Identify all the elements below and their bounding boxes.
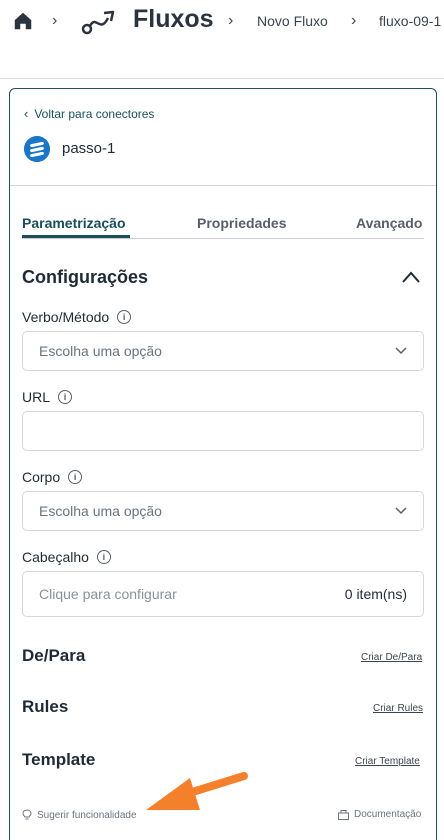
label-text: URL bbox=[22, 389, 51, 405]
field-label-cabecalho: Cabeçalho i bbox=[22, 549, 111, 565]
annotation-arrow-icon bbox=[146, 772, 248, 810]
chevron-right-icon: › bbox=[351, 12, 357, 29]
back-label: Voltar para conectores bbox=[34, 106, 155, 121]
tab-propriedades[interactable]: Propriedades bbox=[197, 215, 286, 231]
back-to-connectors-link[interactable]: ‹ Voltar para conectores bbox=[24, 106, 154, 121]
rules-title: Rules bbox=[22, 697, 69, 716]
documentation-link[interactable]: Documentação bbox=[338, 809, 421, 820]
top-bar: › Fluxos › Novo Fluxo › fluxo-09-1 bbox=[0, 0, 444, 44]
verbo-select[interactable]: Escolha uma opção bbox=[22, 331, 424, 371]
step-name: passo-1 bbox=[62, 140, 116, 157]
field-label-url: URL i bbox=[22, 389, 73, 405]
active-tab-indicator bbox=[22, 235, 130, 238]
criar-rules-link[interactable]: Criar Rules bbox=[373, 703, 423, 714]
label-text: Cabeçalho bbox=[22, 549, 89, 565]
step-config-panel: ‹ Voltar para conectores passo-1 Paramet… bbox=[9, 88, 437, 840]
suggest-label: Sugerir funcionalidade bbox=[37, 809, 137, 821]
criar-depara-link[interactable]: Criar De/Para bbox=[361, 652, 422, 663]
cabecalho-config-button[interactable]: Clique para configurar 0 item(ns) bbox=[22, 571, 424, 617]
breadcrumb-novo-fluxo[interactable]: Novo Fluxo bbox=[257, 13, 328, 29]
chevron-up-icon[interactable] bbox=[402, 271, 420, 283]
lightbulb-icon bbox=[22, 809, 32, 820]
info-icon[interactable]: i bbox=[117, 310, 132, 324]
select-placeholder: Escolha uma opção bbox=[39, 343, 162, 359]
section-title-configuracoes: Configurações bbox=[22, 267, 149, 287]
chevron-right-icon: › bbox=[52, 12, 58, 29]
breadcrumb-current: fluxo-09-1 bbox=[379, 13, 442, 29]
flow-icon bbox=[81, 10, 115, 35]
docs-icon bbox=[338, 809, 349, 820]
info-icon[interactable]: i bbox=[58, 390, 73, 404]
depara-title: De/Para bbox=[22, 646, 86, 665]
tab-parametrizacao[interactable]: Parametrização bbox=[22, 215, 126, 231]
chevron-down-icon bbox=[395, 347, 407, 355]
criar-template-link[interactable]: Criar Template bbox=[355, 756, 420, 767]
tabs: Parametrização Propriedades Avançado bbox=[22, 215, 424, 239]
cabecalho-placeholder: Clique para configurar bbox=[39, 586, 177, 602]
panel-header: ‹ Voltar para conectores passo-1 bbox=[10, 89, 436, 186]
field-label-verbo: Verbo/Método i bbox=[22, 309, 132, 325]
suggest-feature-link[interactable]: Sugerir funcionalidade bbox=[22, 809, 137, 821]
field-label-corpo: Corpo i bbox=[22, 469, 83, 485]
chevron-right-icon: › bbox=[228, 12, 234, 29]
docs-label: Documentação bbox=[354, 809, 422, 820]
chevron-left-icon: ‹ bbox=[24, 106, 29, 121]
home-icon[interactable] bbox=[12, 10, 34, 32]
page-title[interactable]: Fluxos bbox=[133, 5, 214, 34]
tab-avancado[interactable]: Avançado bbox=[356, 215, 422, 231]
info-icon[interactable]: i bbox=[68, 470, 83, 484]
label-text: Verbo/Método bbox=[22, 309, 110, 325]
cabecalho-count: 0 item(ns) bbox=[344, 586, 407, 602]
corpo-select[interactable]: Escolha uma opção bbox=[22, 491, 424, 531]
connector-icon bbox=[24, 136, 50, 162]
url-input[interactable] bbox=[22, 411, 424, 451]
label-text: Corpo bbox=[22, 469, 61, 485]
select-placeholder: Escolha uma opção bbox=[39, 503, 162, 519]
template-title: Template bbox=[22, 750, 96, 769]
info-icon[interactable]: i bbox=[96, 550, 111, 564]
chevron-down-icon bbox=[395, 507, 407, 515]
divider bbox=[0, 78, 444, 79]
